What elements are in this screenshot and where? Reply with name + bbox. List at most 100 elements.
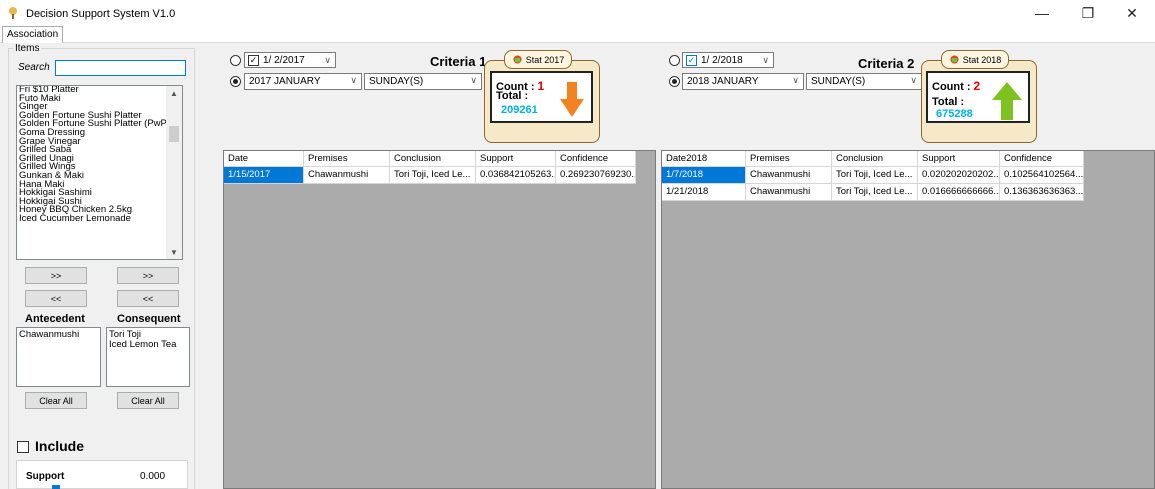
list-item[interactable]: Chawanmushi xyxy=(19,330,98,340)
criteria2-month-select[interactable]: 2018 JANUARY ∨ xyxy=(682,73,804,90)
criteria1-results-grid[interactable]: Date Premises Conclusion Support Confidence 1… xyxy=(223,150,656,489)
column-header[interactable]: Conclusion xyxy=(832,151,918,167)
criteria2-day-value: SUNDAY(S) xyxy=(811,76,866,87)
down-arrow-icon xyxy=(560,82,584,121)
items-list[interactable]: Fri $10 Platter Futo Maki Ginger Golden For… xyxy=(16,85,183,260)
remove-antecedent-button[interactable]: << xyxy=(25,290,87,307)
column-header[interactable]: Date xyxy=(224,151,304,167)
criteria1-stat-tab-label: Stat 2017 xyxy=(525,54,565,65)
criteria1-day-value: SUNDAY(S) xyxy=(369,76,424,87)
criteria2-total-label: Total : xyxy=(932,96,965,108)
criteria2-results-grid[interactable]: Date2018 Premises Conclusion Support Confide… xyxy=(661,150,1155,489)
table-cell[interactable]: 1/21/2018 xyxy=(662,184,746,201)
criteria2-date-radio[interactable] xyxy=(669,55,680,66)
support-value: 0.000 xyxy=(140,471,166,482)
criteria2-date-checkbox[interactable]: ✓ xyxy=(686,54,697,66)
grid-header: Date Premises Conclusion Support Confidence xyxy=(224,151,636,167)
table-cell[interactable]: 0.136363636363... xyxy=(1000,184,1084,201)
support-label: Support xyxy=(26,471,65,482)
column-header[interactable]: Conclusion xyxy=(390,151,476,167)
table-cell[interactable]: 0.269230769230... xyxy=(556,167,636,184)
criteria1-date-checkbox[interactable]: ✓ xyxy=(248,54,259,66)
antecedent-header: Antecedent xyxy=(25,313,85,325)
criteria2-title: Criteria 2 xyxy=(858,56,915,71)
grid-header: Date2018 Premises Conclusion Support Confide… xyxy=(662,151,1084,167)
table-cell[interactable]: Tori Toji, Iced Le... xyxy=(832,167,918,184)
column-header[interactable]: Support xyxy=(918,151,1000,167)
criteria1-day-select[interactable]: SUNDAY(S) ∨ xyxy=(364,73,482,90)
table-row[interactable]: 1/21/2018 Chawanmushi Tori Toji, Iced Le..… xyxy=(662,184,1084,201)
close-button[interactable]: ✕ xyxy=(1109,0,1155,26)
column-header[interactable]: Premises xyxy=(304,151,390,167)
chevron-down-icon: ∨ xyxy=(910,75,917,85)
chevron-down-icon: ∨ xyxy=(762,54,769,65)
criteria1-month-value: 2017 JANUARY xyxy=(249,76,321,87)
column-header[interactable]: Confidence xyxy=(556,151,636,167)
items-scrollbar[interactable]: ▲ ▼ xyxy=(166,86,182,259)
column-header[interactable]: Date2018 xyxy=(662,151,746,167)
criteria2-date-picker[interactable]: ✓ 1/ 2/2018 ∨ xyxy=(682,52,774,68)
consequent-list[interactable]: Tori Toji Iced Lemon Tea xyxy=(106,327,190,387)
search-input[interactable] xyxy=(55,60,186,76)
add-antecedent-button[interactable]: >> xyxy=(25,267,87,284)
table-cell[interactable]: 0.016666666666... xyxy=(918,184,1000,201)
column-header[interactable]: Premises xyxy=(746,151,832,167)
table-cell[interactable]: Tori Toji, Iced Le... xyxy=(832,184,918,201)
chevron-down-icon: ∨ xyxy=(470,75,477,85)
criteria2-stat-tab[interactable]: Stat 2018 xyxy=(941,50,1009,69)
table-row[interactable]: 1/7/2018 Chawanmushi Tori Toji, Iced Le...… xyxy=(662,167,1084,184)
table-row[interactable]: 1/15/2017 Chawanmushi Tori Toji, Iced Le..… xyxy=(224,167,636,184)
scroll-down-icon[interactable]: ▼ xyxy=(166,245,182,259)
criteria2-count-label: Count : xyxy=(932,81,971,93)
criteria1-total-value: 209261 xyxy=(501,104,538,116)
column-header[interactable]: Support xyxy=(476,151,556,167)
criteria2-month-radio[interactable] xyxy=(669,76,680,87)
column-header[interactable]: Confidence xyxy=(1000,151,1084,167)
criteria2-count: Count : 2 xyxy=(932,79,980,93)
chevron-down-icon: ∨ xyxy=(324,54,331,65)
support-slider-thumb[interactable] xyxy=(52,485,60,489)
criteria1-date-radio[interactable] xyxy=(230,55,241,66)
criteria1-month-radio[interactable] xyxy=(230,76,241,87)
include-checkbox[interactable] xyxy=(17,441,29,453)
criteria2-month-value: 2018 JANUARY xyxy=(687,76,759,87)
criteria1-date-picker[interactable]: ✓ 1/ 2/2017 ∨ xyxy=(244,52,336,68)
consequent-header: Consequent xyxy=(117,313,181,325)
criteria1-stat-tab[interactable]: Stat 2017 xyxy=(504,50,572,69)
table-cell[interactable]: 0.036842105263... xyxy=(476,167,556,184)
window-title: Decision Support System V1.0 xyxy=(26,8,176,20)
criteria2-day-select[interactable]: SUNDAY(S) ∨ xyxy=(806,73,922,90)
restore-button[interactable]: ❐ xyxy=(1065,0,1111,26)
up-arrow-icon xyxy=(992,82,1022,123)
antecedent-list[interactable]: Chawanmushi xyxy=(16,327,101,387)
criteria1-month-select[interactable]: 2017 JANUARY ∨ xyxy=(244,73,362,90)
criteria1-count-value: 1 xyxy=(537,79,545,93)
table-cell[interactable]: 1/15/2017 xyxy=(224,167,304,184)
table-cell[interactable]: 1/7/2018 xyxy=(662,167,746,184)
tab-strip xyxy=(0,26,1155,43)
table-cell[interactable]: Tori Toji, Iced Le... xyxy=(390,167,476,184)
table-cell[interactable]: 0.102564102564... xyxy=(1000,167,1084,184)
search-label: Search xyxy=(18,62,50,73)
chevron-down-icon: ∨ xyxy=(792,75,799,85)
tab-association[interactable]: Association xyxy=(2,26,64,43)
chart-icon xyxy=(513,55,522,64)
add-consequent-button[interactable]: >> xyxy=(117,267,179,284)
items-legend: Items xyxy=(13,43,42,54)
criteria1-date-value: 1/ 2/2017 xyxy=(263,54,305,66)
table-cell[interactable]: 0.020202020202... xyxy=(918,167,1000,184)
clear-antecedent-button[interactable]: Clear All xyxy=(25,392,87,409)
criteria2-stat-tab-label: Stat 2018 xyxy=(962,54,1002,65)
scroll-up-icon[interactable]: ▲ xyxy=(166,86,182,100)
table-cell[interactable]: Chawanmushi xyxy=(304,167,390,184)
table-cell[interactable]: Chawanmushi xyxy=(746,167,832,184)
clear-consequent-button[interactable]: Clear All xyxy=(117,392,179,409)
scroll-thumb[interactable] xyxy=(169,126,179,142)
list-item[interactable]: Iced Lemon Tea xyxy=(109,340,187,350)
table-cell[interactable]: Chawanmushi xyxy=(746,184,832,201)
chart-icon xyxy=(950,55,959,64)
remove-consequent-button[interactable]: << xyxy=(117,290,179,307)
minimize-button[interactable]: — xyxy=(1019,0,1065,26)
list-item[interactable]: Iced Cucumber Lemonade xyxy=(17,214,182,224)
app-icon xyxy=(6,6,20,20)
